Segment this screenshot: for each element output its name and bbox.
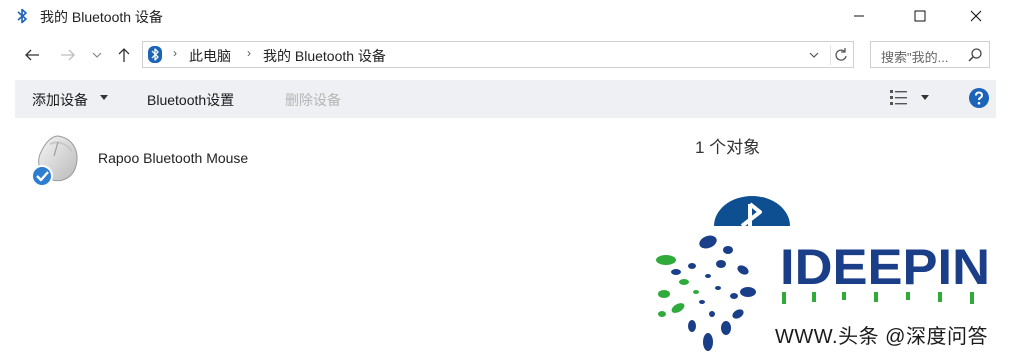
minimize-icon (854, 15, 864, 17)
close-icon (970, 10, 982, 22)
search-icon (968, 48, 982, 62)
refresh-icon (835, 48, 847, 61)
close-button[interactable] (953, 0, 999, 32)
breadcrumb-separator: › (247, 46, 251, 60)
bluetooth-settings-button[interactable]: Bluetooth设置 (147, 90, 234, 110)
refresh-button[interactable] (830, 45, 851, 65)
watermark-brand-text: IDEEPIN (780, 240, 990, 295)
bluetooth-icon (17, 8, 27, 24)
address-history-chevron-icon[interactable] (807, 48, 821, 62)
device-item[interactable]: Rapoo Bluetooth Mouse (28, 132, 298, 190)
bluetooth-large-icon (714, 196, 790, 226)
search-box[interactable]: 搜索"我的... (870, 41, 990, 68)
maximize-icon (914, 10, 926, 22)
back-button[interactable] (22, 44, 42, 66)
back-arrow-icon (25, 49, 39, 61)
window-title: 我的 Bluetooth 设备 (40, 9, 163, 25)
caret-down-icon[interactable] (920, 94, 930, 102)
mouse-icon (31, 135, 78, 187)
breadcrumb-separator: › (173, 46, 177, 60)
search-input[interactable]: 搜索"我的... (881, 47, 948, 66)
watermark-caption: WWW.头条 @深度问答 (775, 320, 988, 349)
recent-locations-button[interactable] (90, 44, 104, 66)
forward-button[interactable] (58, 44, 78, 66)
command-bar: 添加设备 Bluetooth设置 删除设备 (15, 80, 996, 118)
remove-device-button: 删除设备 (285, 92, 341, 108)
forward-arrow-icon (61, 49, 75, 61)
watermark-url-prefix: WWW. (775, 326, 839, 348)
view-options-icon[interactable] (887, 87, 911, 109)
maximize-button[interactable] (897, 0, 943, 32)
bluetooth-location-icon (148, 46, 162, 63)
add-device-button[interactable]: 添加设备 (32, 90, 88, 110)
up-button[interactable] (114, 44, 134, 66)
caret-down-icon[interactable] (99, 94, 109, 102)
watermark-brand: IDEEPIN (780, 240, 990, 304)
device-name: Rapoo Bluetooth Mouse (98, 150, 249, 166)
up-arrow-icon (118, 48, 130, 62)
chevron-down-icon (92, 52, 102, 58)
minimize-button[interactable] (836, 0, 882, 32)
item-count: 1 个对象 (695, 138, 761, 157)
address-bar[interactable]: › 此电脑 › 我的 Bluetooth 设备 (142, 41, 854, 68)
help-icon[interactable] (968, 87, 990, 109)
breadcrumb-my-bluetooth-devices[interactable]: 我的 Bluetooth 设备 (263, 46, 386, 66)
watermark-caption-text: 头条 @深度问答 (838, 326, 988, 348)
title-bar: 我的 Bluetooth 设备 (0, 0, 1022, 32)
breadcrumb-this-pc[interactable]: 此电脑 (189, 46, 231, 66)
watermark-logo (656, 235, 756, 351)
